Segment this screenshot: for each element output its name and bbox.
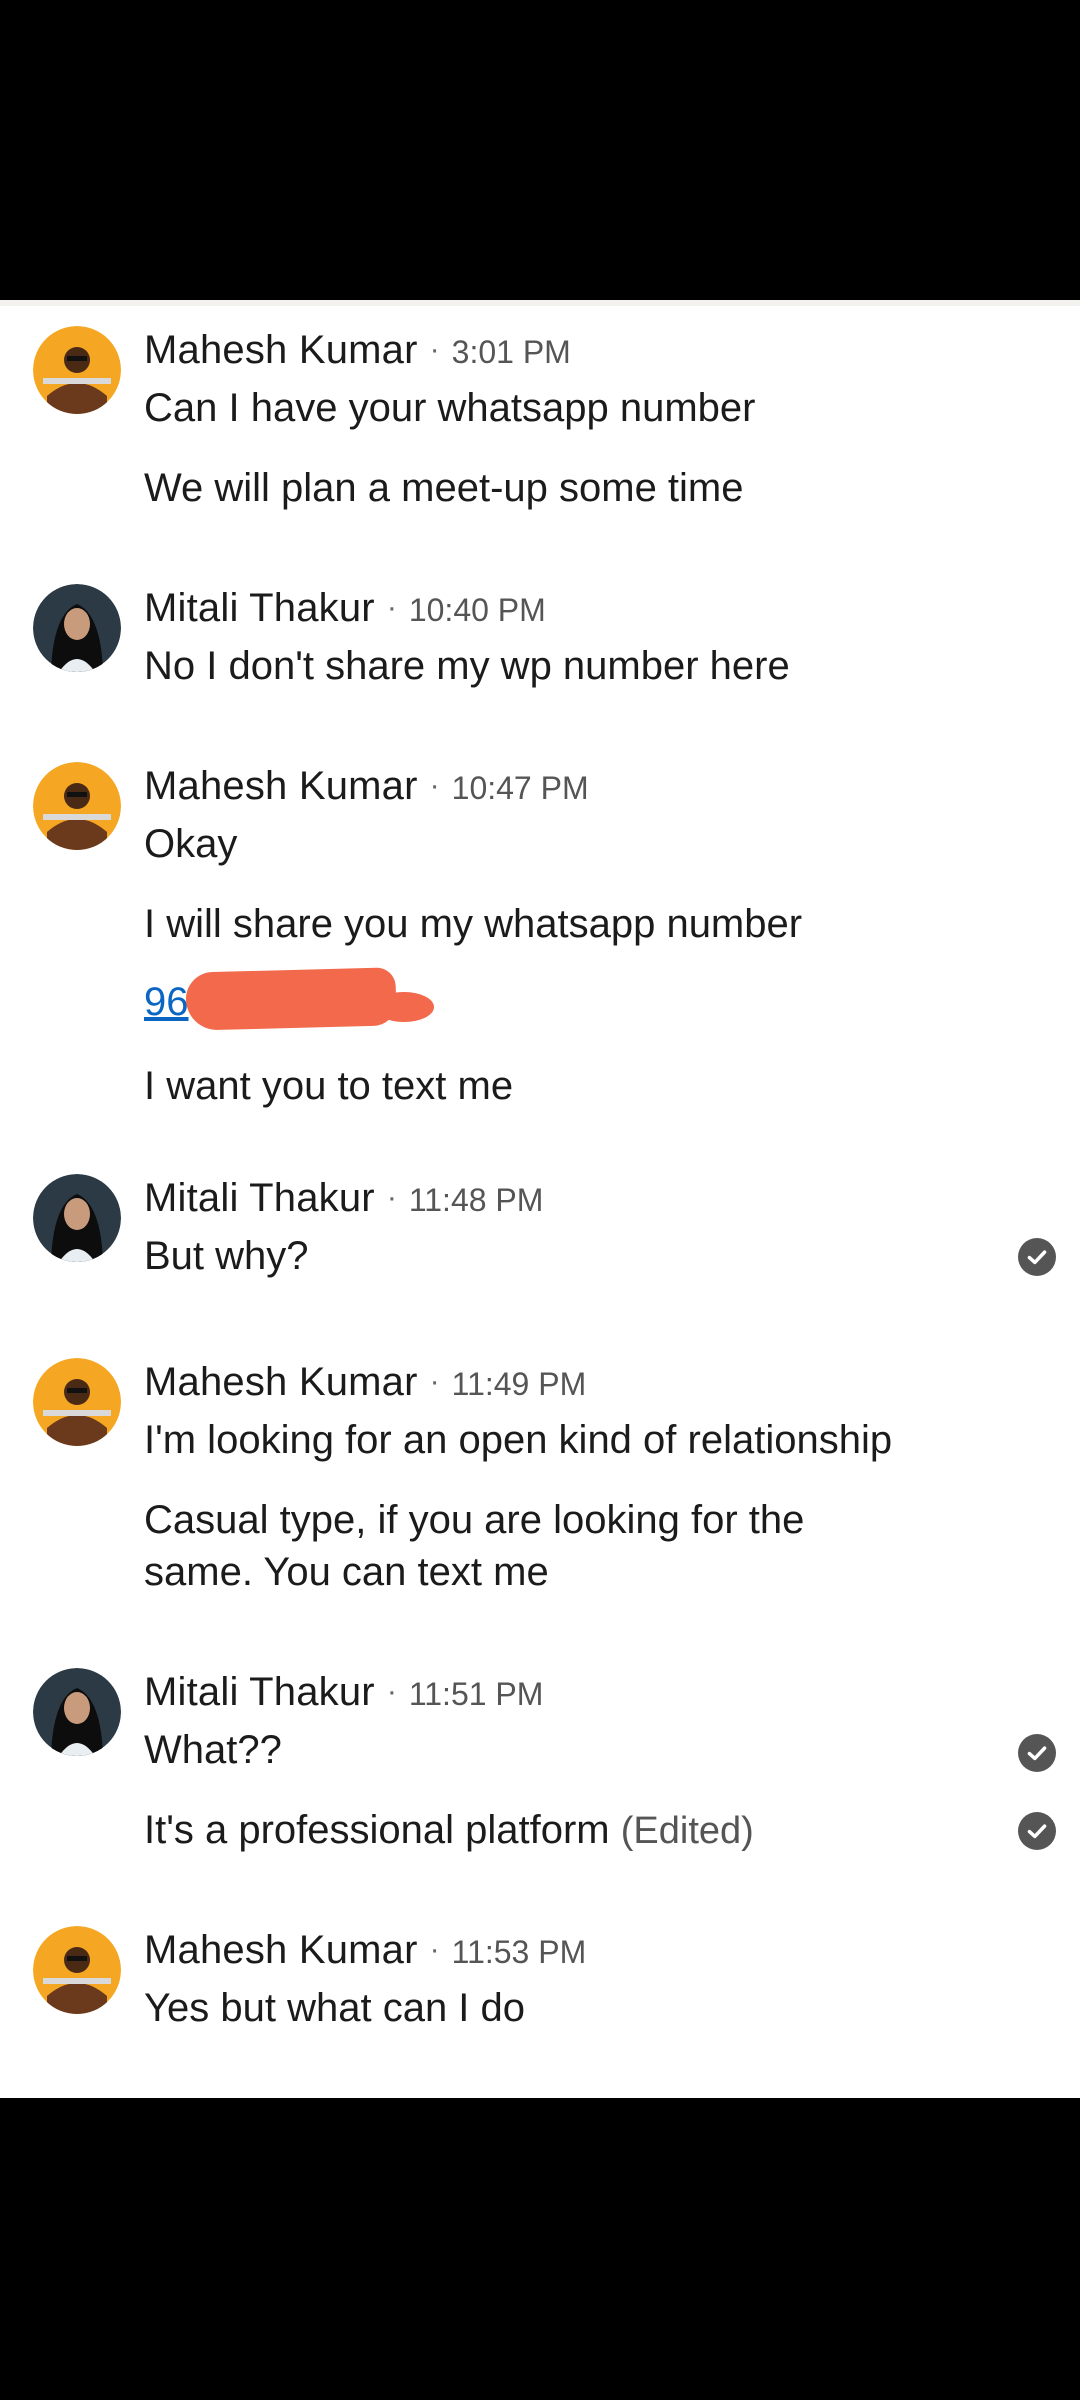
message-header: Mitali Thakur · 11:48 PM (144, 1176, 543, 1221)
message-time: 11:51 PM (408, 1676, 544, 1712)
message-text[interactable]: Yes but what can I do (144, 1982, 984, 2034)
mitali-avatar[interactable] (33, 1174, 121, 1262)
message-time: 10:47 PM (451, 770, 589, 806)
read-check-icon (1018, 1734, 1056, 1772)
mahesh-avatar[interactable] (33, 1358, 121, 1446)
sender-name[interactable]: Mitali Thakur (144, 1670, 375, 1714)
separator-dot: · (429, 769, 440, 802)
message-text[interactable]: I want you to text me (144, 1060, 984, 1112)
message-time: 11:49 PM (451, 1366, 587, 1402)
read-check-icon (1018, 1812, 1056, 1850)
redaction-mark (374, 992, 434, 1022)
sender-name[interactable]: Mahesh Kumar (144, 328, 418, 372)
sender-name[interactable]: Mitali Thakur (144, 586, 375, 630)
top-black-bar (0, 0, 1080, 300)
chat-thread[interactable]: Mahesh Kumar · 3:01 PM Can I have your wha… (0, 300, 1080, 2098)
message-time: 10:40 PM (408, 592, 546, 628)
sender-name[interactable]: Mahesh Kumar (144, 1928, 418, 1972)
mitali-avatar[interactable] (33, 1668, 121, 1756)
mahesh-avatar[interactable] (33, 1926, 121, 2014)
message-text[interactable]: We will plan a meet-up some time (144, 462, 984, 514)
separator-dot: · (386, 591, 397, 624)
message-time: 11:53 PM (451, 1934, 587, 1970)
phone-number-message: 96 (144, 967, 984, 1031)
sender-name[interactable]: Mahesh Kumar (144, 764, 418, 808)
message-text[interactable]: Okay (144, 818, 984, 870)
message-text[interactable]: I will share you my whatsapp number (144, 898, 984, 950)
bottom-black-bar (0, 2098, 1080, 2400)
message-text[interactable]: Can I have your whatsapp number (144, 382, 984, 434)
phone-number-text: 96 (144, 980, 189, 1024)
separator-dot: · (386, 1181, 397, 1214)
redaction-mark (185, 967, 397, 1031)
separator-dot: · (386, 1675, 397, 1708)
message-text[interactable]: No I don't share my wp number here (144, 640, 984, 692)
message-text: It's a professional platform (144, 1808, 610, 1852)
message-text[interactable]: Casual type, if you are looking for the … (144, 1494, 904, 1598)
sender-name[interactable]: Mitali Thakur (144, 1176, 375, 1220)
message-text[interactable]: But why? (144, 1230, 984, 1282)
mahesh-avatar[interactable] (33, 326, 121, 414)
message-time: 3:01 PM (451, 334, 571, 370)
phone-number-link[interactable]: 96 (144, 967, 434, 1031)
message-text[interactable]: I'm looking for an open kind of relation… (144, 1414, 984, 1466)
message-time: 11:48 PM (408, 1182, 544, 1218)
message-header: Mitali Thakur · 10:40 PM (144, 586, 546, 631)
separator-dot: · (429, 333, 440, 366)
message-header: Mahesh Kumar · 11:53 PM (144, 1928, 586, 1973)
message-header: Mahesh Kumar · 10:47 PM (144, 764, 589, 809)
separator-dot: · (429, 1365, 440, 1398)
edited-label: (Edited) (620, 1810, 754, 1852)
separator-dot: · (429, 1933, 440, 1966)
message-text-edited[interactable]: It's a professional platform (Edited) (144, 1804, 984, 1857)
mahesh-avatar[interactable] (33, 762, 121, 850)
read-check-icon (1018, 1238, 1056, 1276)
mitali-avatar[interactable] (33, 584, 121, 672)
message-header: Mahesh Kumar · 3:01 PM (144, 328, 571, 373)
message-header: Mahesh Kumar · 11:49 PM (144, 1360, 586, 1405)
sender-name[interactable]: Mahesh Kumar (144, 1360, 418, 1404)
message-header: Mitali Thakur · 11:51 PM (144, 1670, 543, 1715)
message-text[interactable]: What?? (144, 1724, 984, 1776)
